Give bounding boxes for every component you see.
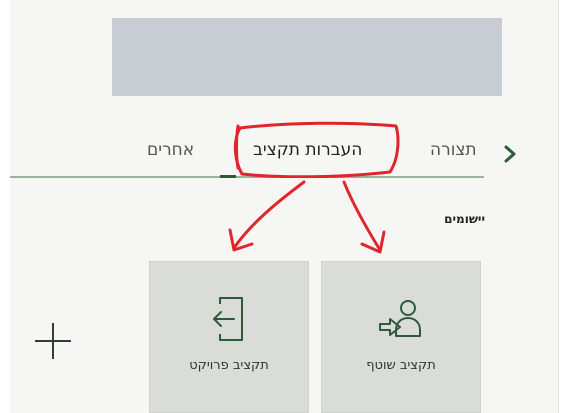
header-banner: [112, 18, 502, 96]
tab-view[interactable]: תצורה: [430, 140, 477, 160]
tile-project-budget[interactable]: תקציב פרויקט: [149, 261, 309, 413]
tab-bar: אחרים העברות תקציב תצורה: [10, 130, 484, 178]
tab-bar-divider: [10, 176, 484, 178]
sign-in-icon: [213, 297, 243, 341]
tile-current-budget[interactable]: תקציב שוטף: [321, 261, 481, 413]
user-transfer-icon: [379, 300, 421, 337]
plus-icon[interactable]: [33, 321, 73, 361]
tile-label: תקציב פרויקט: [189, 358, 269, 373]
tab-budget-transfers[interactable]: העברות תקציב: [253, 140, 362, 160]
tab-active-indicator: [220, 175, 236, 178]
chevron-right-icon[interactable]: [503, 144, 517, 164]
section-title: יישומים: [444, 212, 485, 226]
tab-others[interactable]: אחרים: [147, 140, 194, 160]
tile-label: תקציב שוטף: [366, 358, 436, 373]
